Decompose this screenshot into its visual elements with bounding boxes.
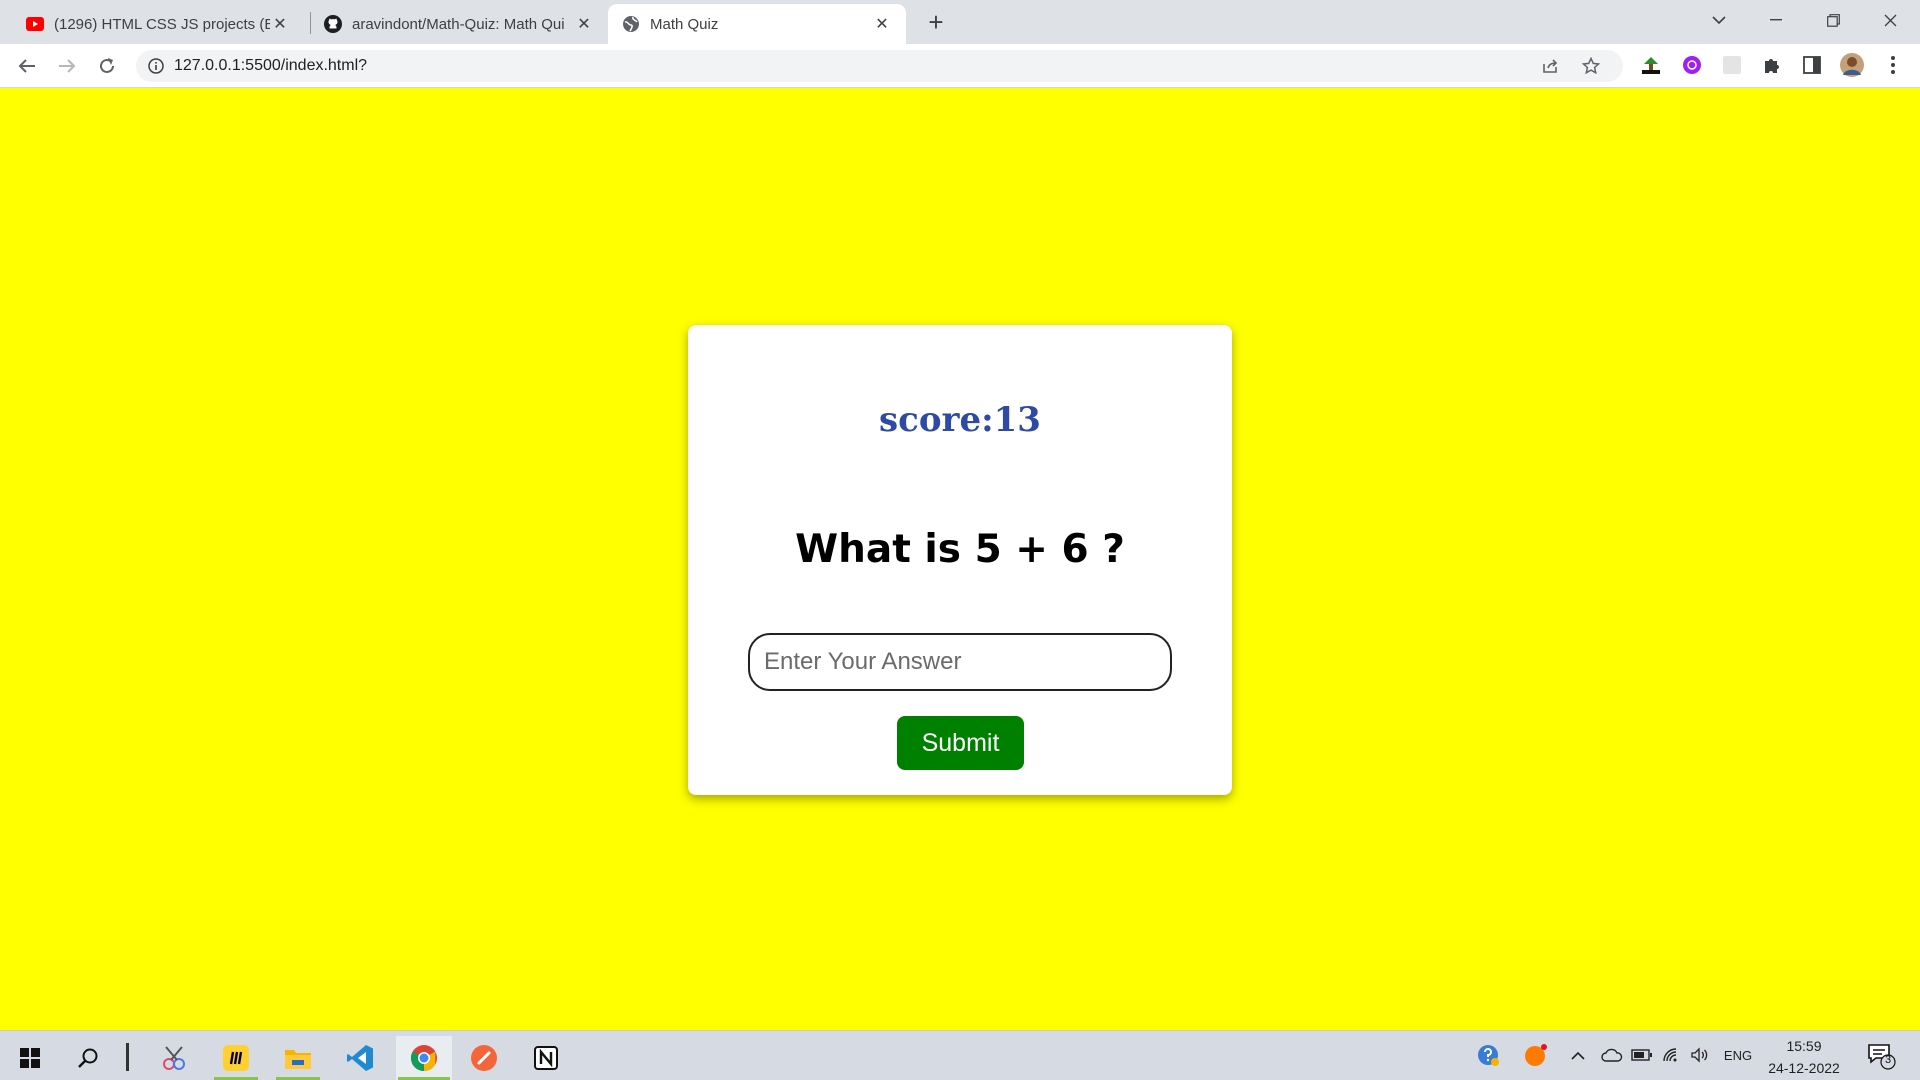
file-explorer-icon[interactable] bbox=[274, 1036, 322, 1080]
tab-title: aravindont/Math-Quiz: Math Qui bbox=[352, 15, 565, 33]
question-text: What is 5 + 6 ? bbox=[795, 527, 1125, 572]
clock-time: 15:59 bbox=[1786, 1038, 1822, 1054]
windows-start-icon[interactable] bbox=[6, 1036, 54, 1080]
info-icon[interactable] bbox=[148, 58, 164, 74]
minimize-button[interactable] bbox=[1748, 0, 1804, 40]
app-tray-icon[interactable] bbox=[1522, 1041, 1550, 1069]
share-icon[interactable] bbox=[1538, 54, 1562, 78]
language-indicator[interactable]: ENG bbox=[1718, 1041, 1758, 1069]
bookmark-star-icon[interactable] bbox=[1579, 54, 1603, 78]
browser-tab-strip: (1296) HTML CSS JS projects (Bec ✕ aravi… bbox=[0, 0, 1920, 44]
profile-avatar[interactable] bbox=[1840, 53, 1864, 77]
snipping-tool-icon[interactable] bbox=[150, 1036, 198, 1080]
search-icon[interactable] bbox=[64, 1036, 112, 1080]
tab-youtube[interactable]: (1296) HTML CSS JS projects (Bec ✕ bbox=[12, 4, 304, 44]
purple-extension-icon[interactable] bbox=[1680, 53, 1704, 77]
new-tab-button[interactable]: + bbox=[922, 7, 950, 37]
wifi-icon[interactable] bbox=[1660, 1041, 1684, 1069]
chrome-icon[interactable] bbox=[396, 1036, 452, 1080]
brave-icon[interactable] bbox=[460, 1036, 508, 1080]
vscode-icon[interactable] bbox=[336, 1036, 384, 1080]
onedrive-icon[interactable] bbox=[1600, 1041, 1624, 1069]
clock-date: 24-12-2022 bbox=[1768, 1060, 1840, 1076]
tab-search-chevron-icon[interactable] bbox=[1691, 0, 1747, 40]
tab-github[interactable]: aravindont/Math-Quiz: Math Qui ✕ bbox=[310, 4, 608, 44]
notification-count: 3 bbox=[1884, 1054, 1892, 1066]
html-extension-icon[interactable] bbox=[1639, 53, 1663, 77]
restore-button[interactable] bbox=[1805, 0, 1861, 40]
submit-button[interactable]: Submit bbox=[897, 716, 1024, 770]
globe-icon bbox=[622, 15, 640, 33]
quiz-card: score:13 What is 5 + 6 ? Submit bbox=[688, 325, 1232, 795]
youtube-icon bbox=[26, 15, 44, 33]
back-button[interactable] bbox=[13, 52, 41, 80]
close-window-button[interactable] bbox=[1862, 0, 1918, 40]
close-icon[interactable]: ✕ bbox=[574, 14, 594, 34]
github-icon bbox=[324, 15, 342, 33]
volume-icon[interactable] bbox=[1688, 1041, 1712, 1069]
url-text: 127.0.0.1:5500/index.html? bbox=[174, 57, 368, 74]
chrome-menu-icon[interactable] bbox=[1881, 53, 1905, 77]
browser-toolbar: 127.0.0.1:5500/index.html? bbox=[0, 44, 1920, 88]
tab-math-quiz[interactable]: Math Quiz ✕ bbox=[608, 4, 906, 44]
reload-button[interactable] bbox=[93, 52, 121, 80]
puzzle-icon[interactable] bbox=[1760, 53, 1784, 77]
sidepanel-icon[interactable] bbox=[1800, 53, 1824, 77]
chevron-up-icon[interactable] bbox=[1568, 1041, 1588, 1069]
tab-title: Math Quiz bbox=[650, 15, 719, 33]
notifications-icon[interactable]: 3 bbox=[1866, 1040, 1898, 1072]
address-bar[interactable]: 127.0.0.1:5500/index.html? bbox=[136, 50, 1623, 82]
grey-extension-icon[interactable] bbox=[1720, 53, 1744, 77]
windows-taskbar: ENG bbox=[0, 1030, 1920, 1080]
answer-input[interactable] bbox=[748, 633, 1172, 691]
tab-title: (1296) HTML CSS JS projects (Bec bbox=[54, 15, 270, 33]
help-tray-icon[interactable] bbox=[1474, 1041, 1502, 1069]
score-display: score:13 bbox=[879, 400, 1041, 440]
battery-icon[interactable] bbox=[1630, 1041, 1654, 1069]
notion-icon[interactable] bbox=[522, 1036, 570, 1080]
forward-button[interactable] bbox=[53, 52, 81, 80]
taskbar-clock[interactable]: 15:59 24-12-2022 bbox=[1764, 1035, 1844, 1079]
miro-icon[interactable] bbox=[212, 1036, 260, 1080]
taskbar-divider bbox=[126, 1043, 129, 1071]
close-icon[interactable]: ✕ bbox=[872, 14, 892, 34]
close-icon[interactable]: ✕ bbox=[270, 14, 290, 34]
